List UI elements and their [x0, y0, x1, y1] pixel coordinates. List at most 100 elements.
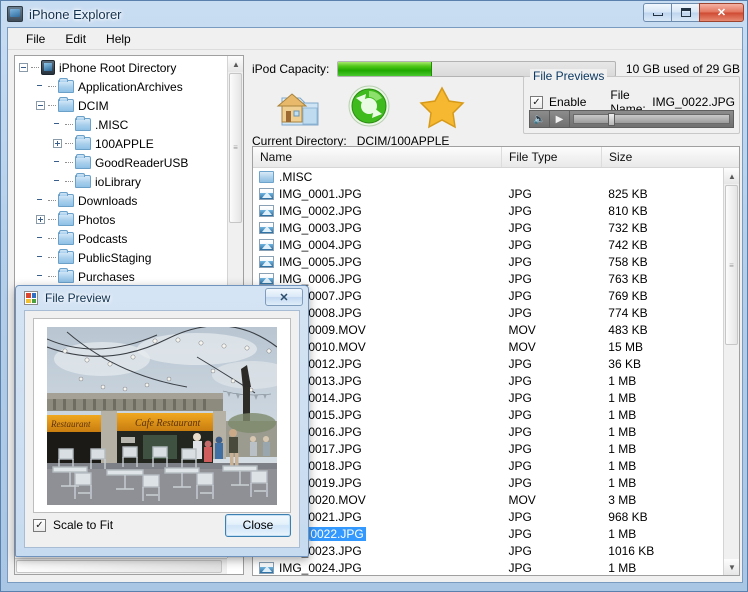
tree-scroll-up-button[interactable]: ▲ — [228, 56, 243, 72]
file-type-cell: JPG — [508, 373, 532, 388]
file-list-body[interactable]: .MISC IMG_0001.JPG JPG 825 KB IMG_0002.JPG JP… — [253, 168, 723, 575]
file-size-cell: 483 KB — [608, 322, 648, 337]
tree-scroll-thumb[interactable]: ≡ — [229, 73, 242, 223]
tree-node[interactable]: Podcasts — [15, 229, 227, 248]
tree-node[interactable]: .MISC — [15, 115, 227, 134]
refresh-icon[interactable] — [344, 84, 394, 130]
tree-node-label: iPhone Root Directory — [59, 60, 177, 75]
menu-edit[interactable]: Edit — [55, 30, 96, 48]
menu-help[interactable]: Help — [96, 30, 141, 48]
file-list-row[interactable]: IMG_0017.JPG JPG 1 MB — [253, 440, 723, 457]
player-seek-track[interactable] — [573, 113, 730, 126]
tree-node-label: 100APPLE — [95, 136, 154, 151]
file-list-row[interactable]: IMG_0024.JPG JPG 1 MB — [253, 559, 723, 575]
tree-node[interactable]: PublicStaging — [15, 248, 227, 267]
file-list-row[interactable]: IMG_0023.JPG JPG 1016 KB — [253, 542, 723, 559]
folder-icon — [58, 97, 74, 112]
folder-icon — [75, 116, 91, 131]
file-list-row[interactable]: IMG_0004.JPG JPG 742 KB — [253, 236, 723, 253]
file-list-row[interactable]: IMG_0014.JPG JPG 1 MB — [253, 389, 723, 406]
column-header-name[interactable]: Name — [253, 147, 502, 167]
file-list-row[interactable]: IMG_0003.JPG JPG 732 KB — [253, 219, 723, 236]
file-list-row[interactable]: IMG_0012.JPG JPG 36 KB — [253, 355, 723, 372]
file-list-vertical-scrollbar[interactable]: ▲ ≡ ▼ — [723, 168, 739, 575]
media-player-controls[interactable]: 🔈 ▶ — [529, 110, 734, 128]
tree-node[interactable]: 100APPLE — [15, 134, 227, 153]
application-window: iPhone Explorer ✕ File Edit Help iPhone … — [0, 0, 748, 592]
tree-node[interactable]: ioLibrary — [15, 172, 227, 191]
collapse-icon[interactable] — [36, 101, 45, 110]
expand-icon[interactable] — [53, 139, 62, 148]
star-icon-svg — [419, 86, 465, 129]
enable-previews-checkbox[interactable]: ✓ — [530, 95, 543, 109]
player-seek-thumb[interactable] — [608, 113, 616, 126]
tree-node[interactable]: Photos — [15, 210, 227, 229]
file-list-row[interactable]: IMG_0020.MOV MOV 3 MB — [253, 491, 723, 508]
file-list-row[interactable]: IMG_0005.JPG JPG 758 KB — [253, 253, 723, 270]
speaker-icon[interactable]: 🔈 — [530, 111, 550, 127]
file-list-row[interactable]: IMG_0019.JPG JPG 1 MB — [253, 474, 723, 491]
scale-to-fit-checkbox[interactable]: ✓ — [33, 518, 46, 532]
column-header-file-type[interactable]: File Type — [502, 147, 602, 167]
list-scroll-thumb[interactable]: ≡ — [725, 185, 738, 345]
home-icon[interactable] — [270, 84, 322, 130]
file-list-row[interactable]: IMG_0008.JPG JPG 774 KB — [253, 304, 723, 321]
file-size-cell: 1 MB — [608, 475, 637, 490]
file-size-cell: 1 MB — [608, 390, 637, 405]
tree-node[interactable]: Purchases — [15, 267, 227, 286]
dialog-close-button[interactable]: ✕ — [265, 288, 303, 306]
minimize-button[interactable] — [643, 3, 671, 22]
dialog-close-action-button[interactable]: Close — [225, 513, 291, 537]
file-list-panel[interactable]: Name File Type Size .MISC IMG_0001.JPG JPG… — [252, 146, 740, 576]
expand-icon[interactable] — [36, 215, 45, 224]
tree-horizontal-scrollbar[interactable] — [15, 558, 227, 574]
tree-node[interactable]: GoodReaderUSB — [15, 153, 227, 172]
menu-bar: File Edit Help — [8, 28, 742, 50]
tree-node-label: Purchases — [78, 269, 135, 284]
collapse-icon[interactable] — [19, 63, 28, 72]
file-list-row[interactable]: IMG_0018.JPG JPG 1 MB — [253, 457, 723, 474]
file-list-row[interactable]: IMG_0007.JPG JPG 769 KB — [253, 287, 723, 304]
file-list-row[interactable]: IMG_0022.JPG JPG 1 MB — [253, 525, 723, 542]
capacity-progress-fill — [338, 62, 433, 76]
close-button[interactable]: ✕ — [699, 3, 744, 22]
scale-to-fit-row: ✓ Scale to Fit — [33, 518, 113, 532]
tree-node-label: GoodReaderUSB — [95, 155, 189, 170]
play-icon[interactable]: ▶ — [550, 111, 570, 127]
file-type-cell: JPG — [508, 526, 532, 541]
svg-text:Restaurant: Restaurant — [50, 419, 91, 429]
file-list-row[interactable]: IMG_0010.MOV MOV 15 MB — [253, 338, 723, 355]
file-type-cell: JPG — [508, 203, 532, 218]
tree-node[interactable]: Downloads — [15, 191, 227, 210]
file-list-row[interactable]: IMG_0002.JPG JPG 810 KB — [253, 202, 723, 219]
file-list-row[interactable]: IMG_0015.JPG JPG 1 MB — [253, 406, 723, 423]
file-list-row[interactable]: IMG_0001.JPG JPG 825 KB — [253, 185, 723, 202]
file-list-row[interactable]: IMG_0021.JPG JPG 968 KB — [253, 508, 723, 525]
file-type-cell: JPG — [508, 271, 532, 286]
file-list-row[interactable]: IMG_0016.JPG JPG 1 MB — [253, 423, 723, 440]
file-name-value: IMG_0022.JPG — [652, 95, 735, 109]
file-type-cell: JPG — [508, 441, 532, 456]
dialog-footer: ✓ Scale to Fit Close — [33, 511, 291, 539]
file-list-row[interactable]: .MISC — [253, 168, 723, 185]
folder-icon — [58, 192, 74, 207]
image-icon — [259, 272, 274, 285]
menu-file[interactable]: File — [16, 30, 55, 48]
tree-hscroll-thumb[interactable] — [16, 560, 222, 573]
column-header-size[interactable]: Size — [602, 147, 724, 167]
file-size-cell: 769 KB — [608, 288, 648, 303]
tree-node[interactable]: iPhone Root Directory — [15, 58, 227, 77]
star-icon[interactable] — [416, 84, 468, 130]
tree-node[interactable]: ApplicationArchives — [15, 77, 227, 96]
file-list-row[interactable]: IMG_0006.JPG JPG 763 KB — [253, 270, 723, 287]
maximize-button[interactable] — [671, 3, 699, 22]
file-list-row[interactable]: IMG_0013.JPG JPG 1 MB — [253, 372, 723, 389]
dialog-title: File Preview — [45, 291, 111, 305]
tree-node[interactable]: DCIM — [15, 96, 227, 115]
file-list-row[interactable]: IMG_0009.MOV MOV 483 KB — [253, 321, 723, 338]
file-name-text: IMG_0002.JPG — [279, 203, 362, 218]
list-scroll-up-button[interactable]: ▲ — [724, 168, 739, 184]
file-name-cell: IMG_0004.JPG — [253, 238, 501, 252]
file-size-cell: 36 KB — [608, 356, 641, 371]
list-scroll-down-button[interactable]: ▼ — [724, 559, 739, 575]
